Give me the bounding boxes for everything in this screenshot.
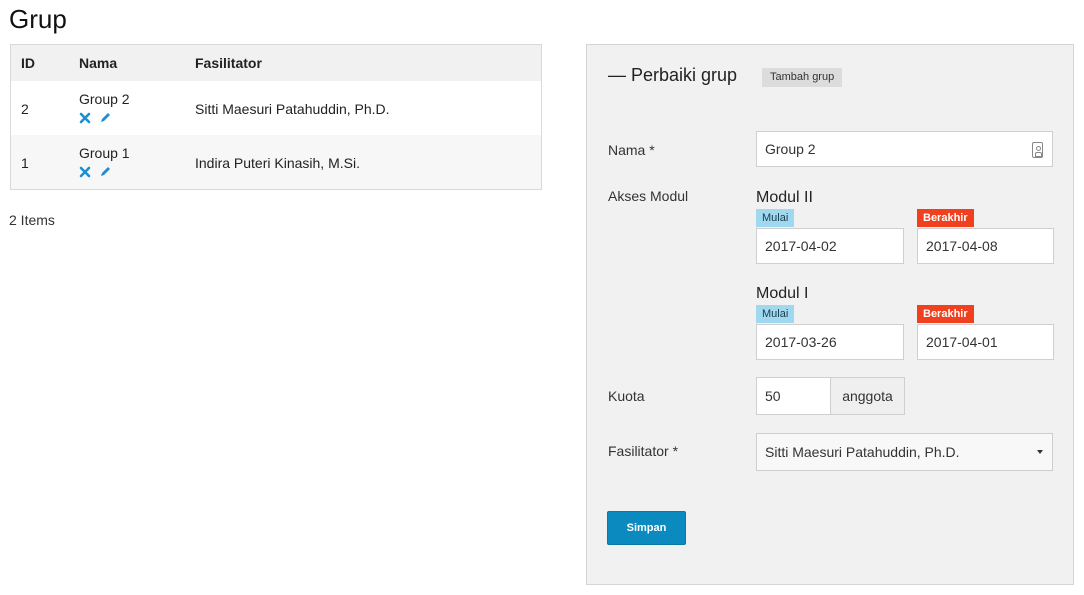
kuota-label: Kuota [608, 388, 645, 404]
nama-label: Nama * [608, 142, 655, 158]
kuota-field[interactable]: 50 [756, 377, 831, 415]
akses-modul-label: Akses Modul [608, 188, 689, 204]
header-nama[interactable]: Nama [79, 55, 117, 71]
table-row: 2 Group 2 Sitti Maesuri Patahuddin, Ph.D… [11, 81, 541, 135]
kuota-addon: anggota [830, 377, 905, 415]
nama-field[interactable]: Group 2 [756, 131, 1053, 167]
modul-title: Modul II [756, 189, 813, 206]
berakhir-tag: Berakhir [917, 305, 974, 323]
caret-down-icon [1037, 450, 1043, 454]
page-title: Grup [9, 4, 67, 34]
fasilitator-label: Fasilitator * [608, 443, 679, 459]
edit-icon[interactable] [99, 111, 111, 123]
table-row: 1 Group 1 Indira Puteri Kinasih, M.Si. [11, 135, 541, 189]
mulai-tag: Mulai [756, 209, 795, 227]
fasilitator-select[interactable]: Sitti Maesuri Patahuddin, Ph.D. [756, 433, 1053, 471]
row-nama: Group 2 [79, 91, 130, 107]
berakhir-date-field[interactable]: 2017-04-08 [917, 228, 1054, 264]
contact-card-icon [1032, 142, 1043, 158]
row-id: 2 [21, 101, 29, 117]
mulai-tag: Mulai [756, 305, 795, 323]
row-nama: Group 1 [79, 145, 130, 161]
nama-value: Group 2 [765, 141, 816, 157]
row-fasilitator: Indira Puteri Kinasih, M.Si. [195, 155, 360, 171]
item-count: 2 Items [9, 212, 55, 228]
berakhir-date-field[interactable]: 2017-04-01 [917, 324, 1054, 360]
header-id[interactable]: ID [21, 55, 35, 71]
row-actions [79, 111, 111, 124]
row-actions [79, 165, 111, 178]
table-header: ID Nama Fasilitator [11, 45, 541, 81]
header-fasilitator[interactable]: Fasilitator [195, 55, 262, 71]
row-id: 1 [21, 155, 29, 171]
edit-group-form: — Perbaiki grup Tambah grup Nama * Group… [586, 44, 1074, 585]
modul-title: Modul I [756, 285, 809, 302]
mulai-date-field[interactable]: 2017-03-26 [756, 324, 904, 360]
berakhir-tag: Berakhir [917, 209, 974, 227]
fasilitator-selected: Sitti Maesuri Patahuddin, Ph.D. [765, 444, 960, 460]
edit-icon[interactable] [99, 165, 111, 177]
add-group-button[interactable]: Tambah grup [762, 68, 843, 87]
delete-icon[interactable] [79, 111, 91, 124]
groups-table: ID Nama Fasilitator 2 Group 2 Sitti Maes… [10, 44, 542, 190]
row-fasilitator: Sitti Maesuri Patahuddin, Ph.D. [195, 101, 390, 117]
save-button[interactable]: Simpan [607, 511, 686, 545]
mulai-date-field[interactable]: 2017-04-02 [756, 228, 904, 264]
form-legend[interactable]: — Perbaiki grup [608, 65, 737, 86]
delete-icon[interactable] [79, 165, 91, 178]
